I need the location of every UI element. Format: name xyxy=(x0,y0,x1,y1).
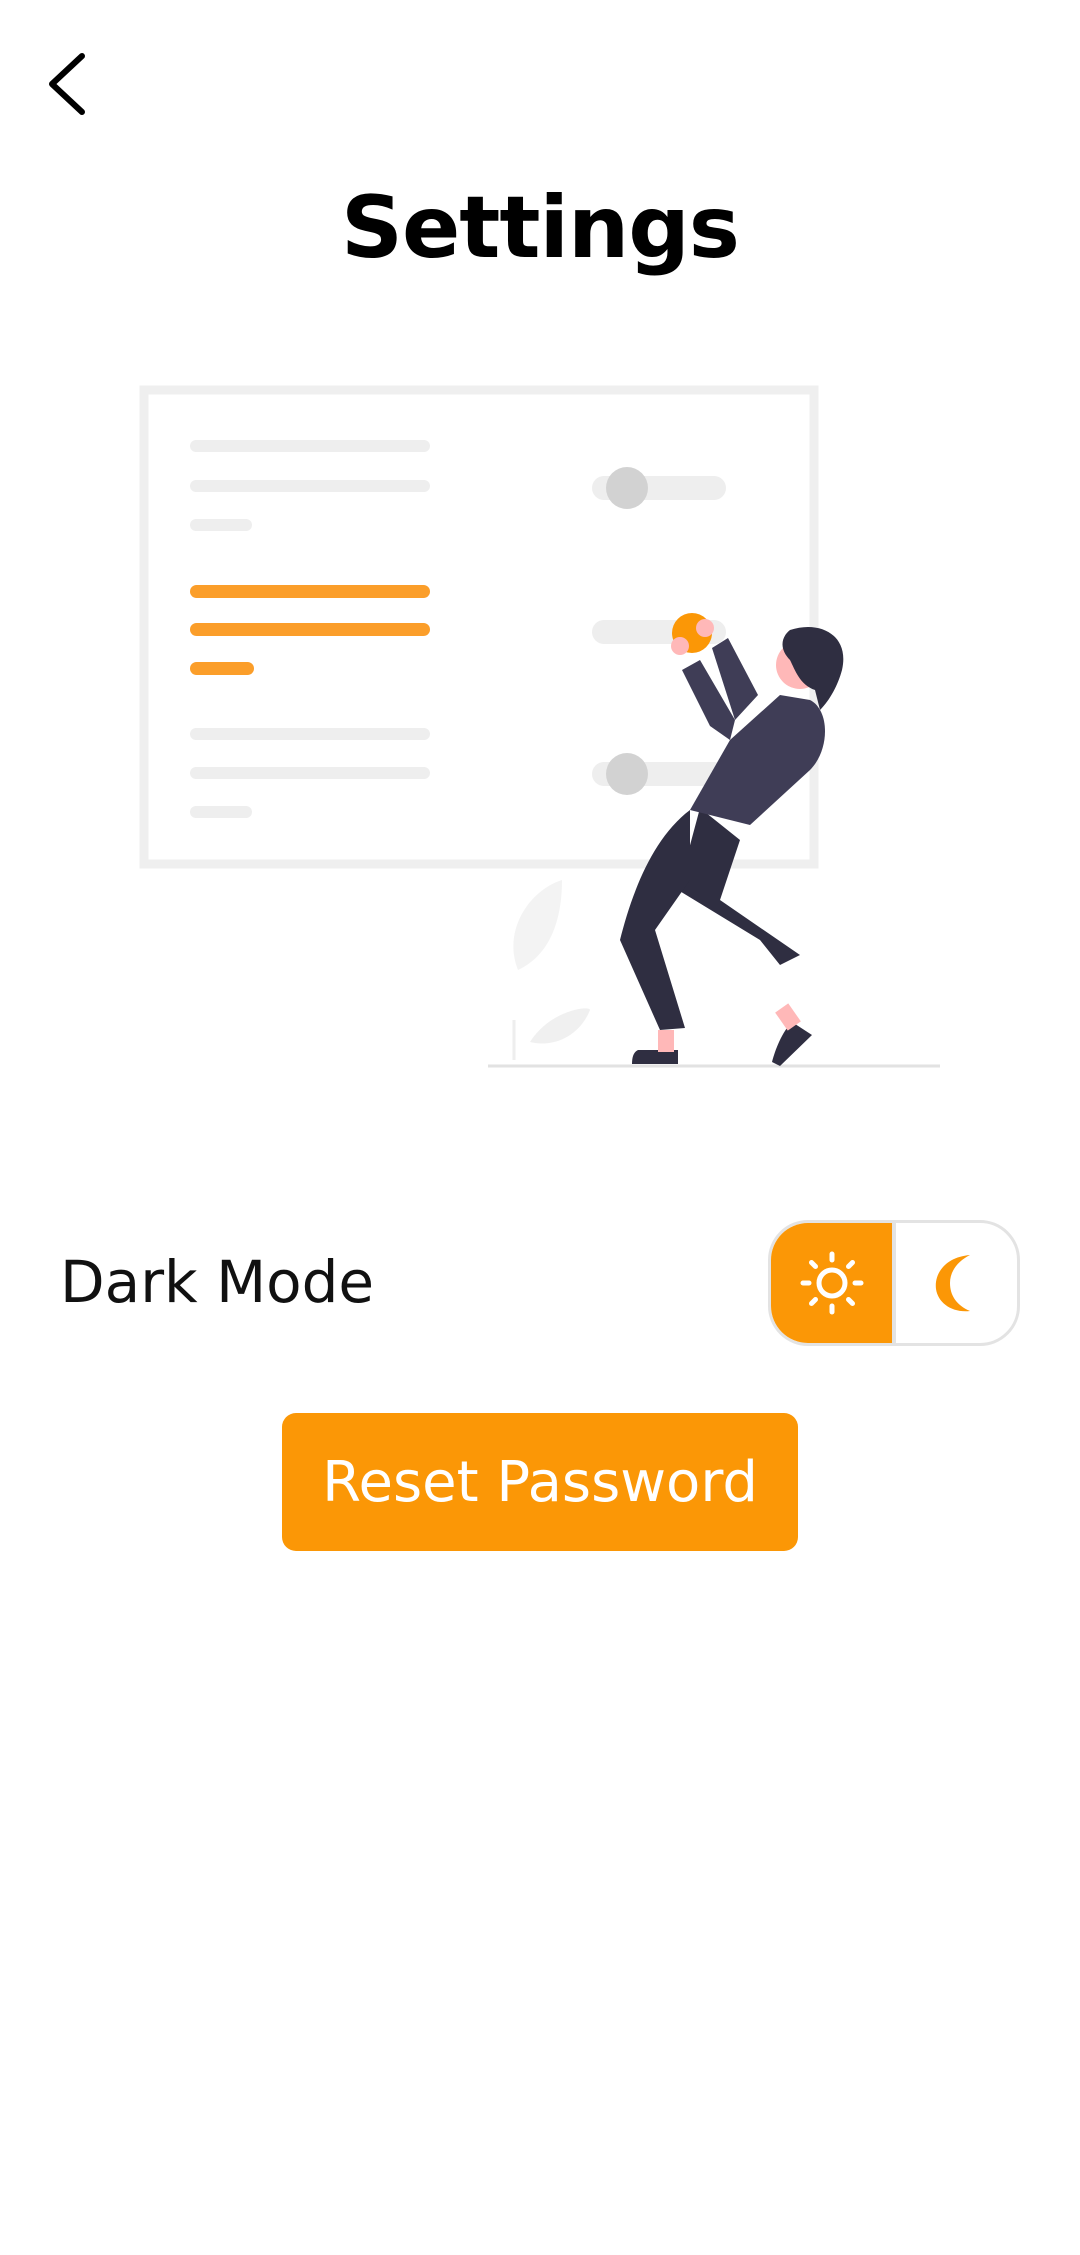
reset-password-button[interactable]: Reset Password xyxy=(282,1413,798,1551)
moon-icon xyxy=(936,1255,971,1312)
settings-illustration xyxy=(130,370,950,1080)
back-button[interactable] xyxy=(34,40,98,128)
chevron-left-icon xyxy=(49,53,85,115)
sun-icon xyxy=(800,1251,864,1315)
dark-mode-setting: Dark Mode xyxy=(60,1220,1020,1350)
dark-mode-option[interactable] xyxy=(896,1223,1017,1343)
dark-mode-toggle[interactable] xyxy=(768,1220,1020,1346)
light-mode-option[interactable] xyxy=(771,1223,893,1343)
page-title: Settings xyxy=(341,178,740,278)
dark-mode-label: Dark Mode xyxy=(60,1248,375,1316)
